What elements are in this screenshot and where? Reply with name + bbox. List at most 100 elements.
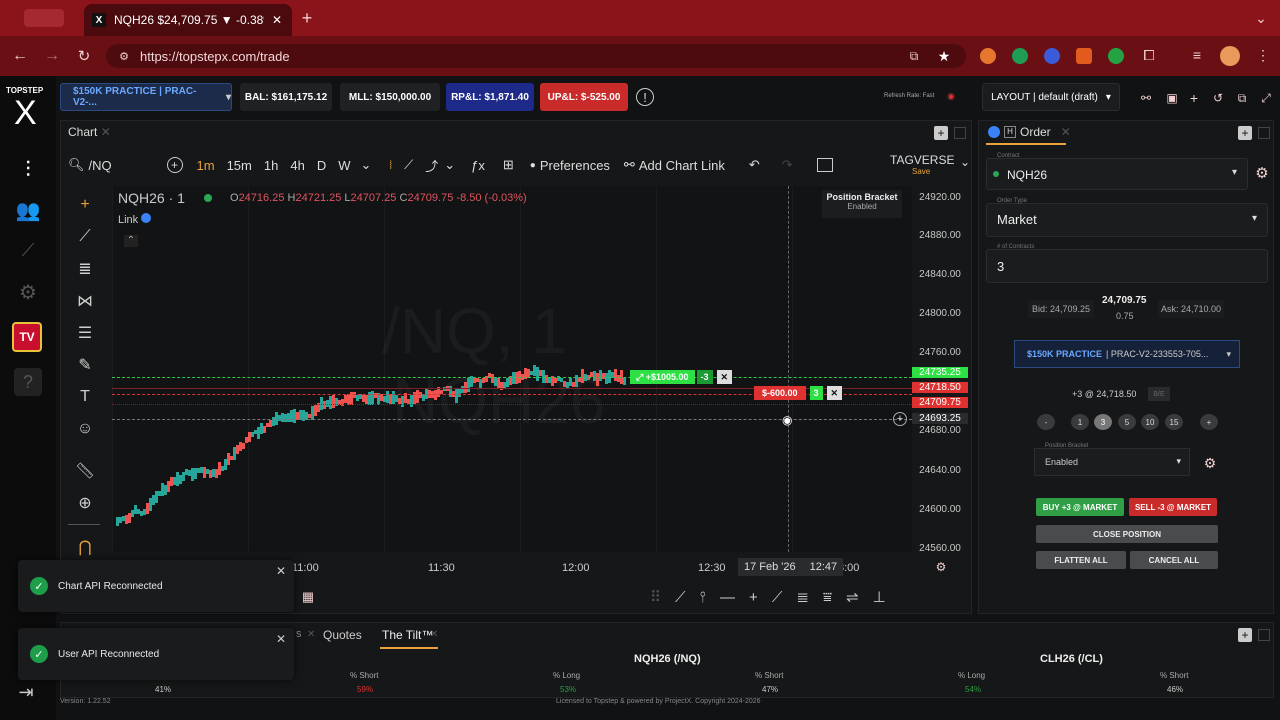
qty-minus-button[interactable]: - [1037,414,1055,430]
range-icon[interactable]: ⇌ [846,588,859,606]
bracket-select[interactable]: Position Bracket Enabled ▾ [1034,443,1190,476]
new-tab-icon[interactable]: + [298,8,316,28]
close-tab-icon[interactable]: ✕ [1061,125,1071,139]
indicator-style-icon[interactable]: ⤴ [425,156,438,175]
url-field[interactable]: ⚙ https://topstepx.com/trade ⧉ ★ [106,44,966,68]
qty-plus-button[interactable]: + [1200,414,1218,430]
qty-15-button[interactable]: 15 [1165,414,1183,430]
close-tab-icon[interactable]: ✕ [101,125,111,139]
order-account-selector[interactable]: $150K PRACTICE | PRAC-V2-233553-705... ▾ [1014,340,1240,368]
chart-candles-icon[interactable]: ⫶ [14,156,42,184]
browser-menu-icon[interactable]: ⋮ [1254,46,1272,64]
tab-quotes[interactable]: Quotes [323,628,362,642]
qty-1-button[interactable]: 1 [1071,414,1089,430]
close-tab-icon[interactable]: ✕ [272,13,282,27]
chart-link[interactable]: Link [118,213,152,226]
close-tab-icon[interactable]: ✕ [307,629,315,640]
contract-select[interactable]: Contract NQH26 ▾ [986,153,1248,190]
cancel-sl-icon[interactable]: ✕ [826,386,843,400]
bid-button[interactable]: Bid: 24,709.25 [1028,300,1094,318]
settings-gear-icon[interactable]: ⚙ [14,278,42,306]
tf-1h[interactable]: 1h [264,158,278,173]
forward-icon[interactable]: → [42,46,62,66]
extension-sc-icon[interactable] [1076,48,1092,64]
fullscreen-icon[interactable]: ⤢ [1258,90,1274,106]
close-toast-icon[interactable]: ✕ [276,564,286,578]
tab-search-icon[interactable]: ⌄ [1252,10,1270,26]
tf-4h[interactable]: 4h [290,158,304,173]
pattern-icon[interactable]: ⋈ [74,290,96,312]
preferences-button[interactable]: Preferences [540,158,610,173]
cancel-all-button[interactable]: CANCEL ALL [1130,551,1218,569]
chart-canvas[interactable]: /NQ, 1 NQH26 [112,186,912,552]
add-panel-icon[interactable]: + [934,126,948,140]
magnet-icon[interactable]: ⋂ [74,536,96,558]
install-app-icon[interactable]: ⧉ [906,48,922,64]
buy-market-button[interactable]: BUY +3 @ MARKET [1036,498,1124,516]
zoom-in-icon[interactable]: ⊕ [74,492,96,514]
pitchfork-icon[interactable]: ⫯ [700,589,707,606]
close-toast-icon[interactable]: ✕ [276,632,286,646]
fib-lines-icon[interactable]: ≣ [74,258,96,280]
windows-icon[interactable]: ⧉ [1234,90,1250,106]
order-tab[interactable]: H Order ✕ [988,125,1071,139]
back-icon[interactable]: ← [10,46,30,66]
profile-avatar[interactable] [1220,46,1240,66]
bookmark-star-icon[interactable]: ★ [936,48,952,64]
save-label[interactable]: Save [912,167,930,176]
take-profit-line[interactable] [112,377,912,378]
tf-d[interactable]: D [317,158,326,173]
hline-icon[interactable]: — [720,589,735,606]
save-icon[interactable]: ▣ [1164,90,1180,106]
reset-icon[interactable]: ↺ [1210,90,1226,106]
contract-settings-gear-icon[interactable]: ⚙ [1253,164,1271,182]
symbol-search-input[interactable]: /NQ [89,158,159,173]
parallel-lines-icon[interactable]: ≣ [796,588,809,606]
tab-the-tilt[interactable]: The Tilt™ [382,628,433,642]
add-icon[interactable]: + [1186,90,1202,106]
chevron-down-icon[interactable]: ⌄ [960,155,970,169]
brush-icon[interactable]: ✎ [74,354,96,376]
extension-grammarly-icon[interactable] [1012,48,1028,64]
fullscreen-box-icon[interactable] [816,158,833,172]
contracts-input[interactable]: # of Contracts 3 [986,244,1268,283]
position-bracket-badge[interactable]: Position Bracket Enabled [822,190,902,218]
bracket-settings-gear-icon[interactable]: ⚙ [1202,455,1218,471]
qty-3-button[interactable]: 3 [1094,414,1112,430]
search-icon[interactable]: 🔍︎ [68,157,85,173]
tab-group-pill[interactable] [24,9,64,27]
chevron-down-icon[interactable]: ⌄ [444,157,455,173]
channel-icon[interactable]: ⩸ [823,589,832,606]
tv-live-icon[interactable]: TV [12,322,42,352]
crosshair-icon[interactable]: + [74,194,96,216]
account-selector[interactable]: $150K PRACTICE | PRAC-V2-... ▾ [60,83,232,111]
logout-icon[interactable]: ⇥ [14,680,38,704]
browser-tab-active[interactable]: X NQH26 $24,709.75 ▼ -0.38% ✕ [84,4,292,36]
qty-10-button[interactable]: 10 [1141,414,1159,430]
ray-icon[interactable]: ⟋ [675,589,686,606]
user-label[interactable]: TAGVERSE [890,153,954,167]
redo-icon[interactable]: ↷ [782,157,793,173]
cancel-tp-icon[interactable]: ✕ [716,370,733,384]
emoji-icon[interactable]: ☺ [74,418,96,440]
forecast-icon[interactable]: ☰ [74,322,96,344]
close-position-button[interactable]: CLOSE POSITION [1036,525,1218,543]
ask-button[interactable]: Ask: 24,710.00 [1158,300,1224,318]
maximize-panel-icon[interactable] [954,127,966,139]
measure-icon[interactable]: ⊥ [873,588,886,606]
tp-order-tag[interactable]: ⤢ +$1005.00 -3 ✕ [630,370,733,384]
maximize-panel-icon[interactable] [1258,127,1270,139]
cross-line-icon[interactable]: + [749,589,758,606]
candles-style-icon[interactable]: ⧘ [389,157,392,173]
layouts-grid-icon[interactable]: ⊞ [503,157,514,173]
extensions-puzzle-icon[interactable]: ⧠ [1140,46,1158,64]
tab-prev-fragment[interactable]: s [296,628,302,640]
site-info-icon[interactable]: ⚙ [116,48,132,64]
line-style-icon[interactable]: ⟋ [404,157,413,173]
users-icon[interactable]: 👥 [14,196,42,224]
breakeven-button[interactable]: B/E [1148,387,1170,401]
compare-add-icon[interactable]: + [166,157,183,173]
qty-5-button[interactable]: 5 [1118,414,1136,430]
chevron-down-icon[interactable]: ⌄ [360,157,371,173]
fx-indicators-icon[interactable]: ƒx [471,158,485,173]
